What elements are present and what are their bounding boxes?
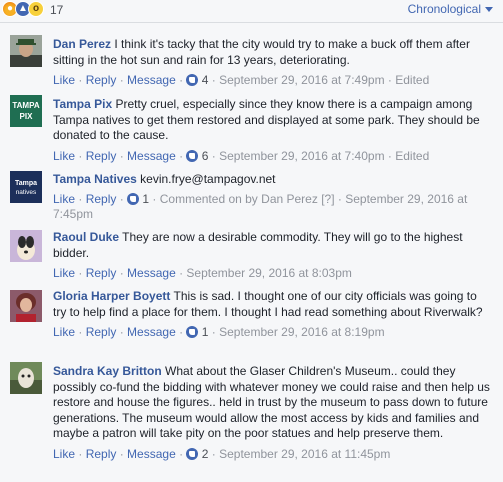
comment-author[interactable]: Dan Perez [53, 37, 111, 51]
sort-dropdown[interactable]: Chronological [408, 2, 493, 16]
avatar[interactable] [10, 290, 42, 322]
comment-meta: Like · Reply · Message · 2 · September 2… [53, 446, 391, 461]
commented-on-name[interactable]: Dan Perez [261, 192, 318, 206]
avatar[interactable] [10, 35, 42, 67]
like-icon [186, 326, 199, 338]
like-link[interactable]: Like [53, 73, 75, 87]
edited-label[interactable]: Edited [395, 149, 429, 163]
like-link[interactable]: Like [53, 447, 75, 461]
like-link[interactable]: Like [53, 149, 75, 163]
like-icon [186, 74, 199, 86]
like-link[interactable]: Like [53, 192, 75, 206]
svg-text:Tampa: Tampa [15, 180, 37, 187]
comment-meta: Like · Reply · Message · September 29, 2… [53, 266, 352, 280]
comment-meta: Like · Reply · Message · 1 · September 2… [53, 325, 385, 339]
svg-text:natives: natives [16, 189, 37, 196]
comment-text: I think it's tacky that the city would t… [53, 37, 470, 67]
avatar[interactable]: Tampa natives [10, 171, 42, 203]
edited-label[interactable]: Edited [395, 73, 429, 87]
message-link[interactable]: Message [127, 149, 176, 163]
commented-on-prefix: Commented on by [159, 191, 258, 206]
reaction-count: 17 [50, 3, 64, 17]
comment-timestamp[interactable]: September 29, 2016 at 8:03pm [186, 266, 351, 280]
message-link[interactable]: Message [127, 447, 176, 461]
like-icon [127, 192, 140, 205]
comment-meta: Like · Reply · Message · 4 · September 2… [53, 73, 430, 87]
comment-meta: Like · Reply · 1 · Commented on by Dan P… [53, 191, 468, 222]
reply-link[interactable]: Reply [86, 447, 117, 461]
like-count[interactable]: 1 [202, 325, 209, 339]
like-count[interactable]: 4 [202, 73, 209, 87]
reply-link[interactable]: Reply [86, 73, 117, 87]
reply-link[interactable]: Reply [86, 192, 117, 206]
reply-link[interactable]: Reply [86, 266, 117, 280]
avatar[interactable] [10, 362, 42, 394]
svg-text:PIX: PIX [20, 112, 34, 121]
svg-text:TAMPA: TAMPA [12, 101, 39, 110]
chevron-down-icon [485, 7, 493, 13]
avatar[interactable]: TAMPA PIX [10, 95, 42, 127]
comment-timestamp[interactable]: September 29, 2016 at 8:19pm [219, 325, 384, 339]
like-link[interactable]: Like [53, 325, 75, 339]
comment-timestamp[interactable]: September 29, 2016 at 11:45pm [219, 447, 390, 461]
message-link[interactable]: Message [127, 266, 176, 280]
comment-author[interactable]: Tampa Natives [53, 172, 137, 186]
like-count[interactable]: 2 [202, 447, 209, 461]
divider [0, 22, 503, 23]
like-link[interactable]: Like [53, 266, 75, 280]
comment-author[interactable]: Tampa Pix [53, 97, 112, 111]
comment-meta: Like · Reply · Message · 6 · September 2… [53, 148, 430, 163]
like-count[interactable]: 6 [202, 149, 209, 163]
message-link[interactable]: Message [127, 325, 176, 339]
comment-author[interactable]: Raoul Duke [53, 230, 119, 244]
commented-on-suffix[interactable]: [?] [321, 192, 334, 206]
comment-author[interactable]: Sandra Kay Britton [53, 364, 162, 378]
comment-author[interactable]: Gloria Harper Boyett [53, 289, 170, 303]
message-link[interactable]: Message [127, 73, 176, 87]
reply-link[interactable]: Reply [86, 149, 117, 163]
avatar[interactable] [10, 230, 42, 262]
comment-text: kevin.frye@tampagov.net [140, 172, 276, 186]
like-count[interactable]: 1 [142, 192, 149, 206]
like-icon [186, 149, 199, 162]
comment-timestamp[interactable]: September 29, 2016 at 7:49pm [219, 73, 384, 87]
wow-reaction-icon: o [28, 1, 44, 17]
comment-timestamp[interactable]: September 29, 2016 at 7:40pm [219, 149, 384, 163]
sort-label: Chronological [407, 2, 481, 16]
like-icon [186, 447, 199, 460]
comments-header: ● ▲ o 17 Chronological [0, 0, 503, 22]
comment-text: Pretty cruel, especially since they know… [53, 97, 480, 142]
reply-link[interactable]: Reply [86, 325, 117, 339]
